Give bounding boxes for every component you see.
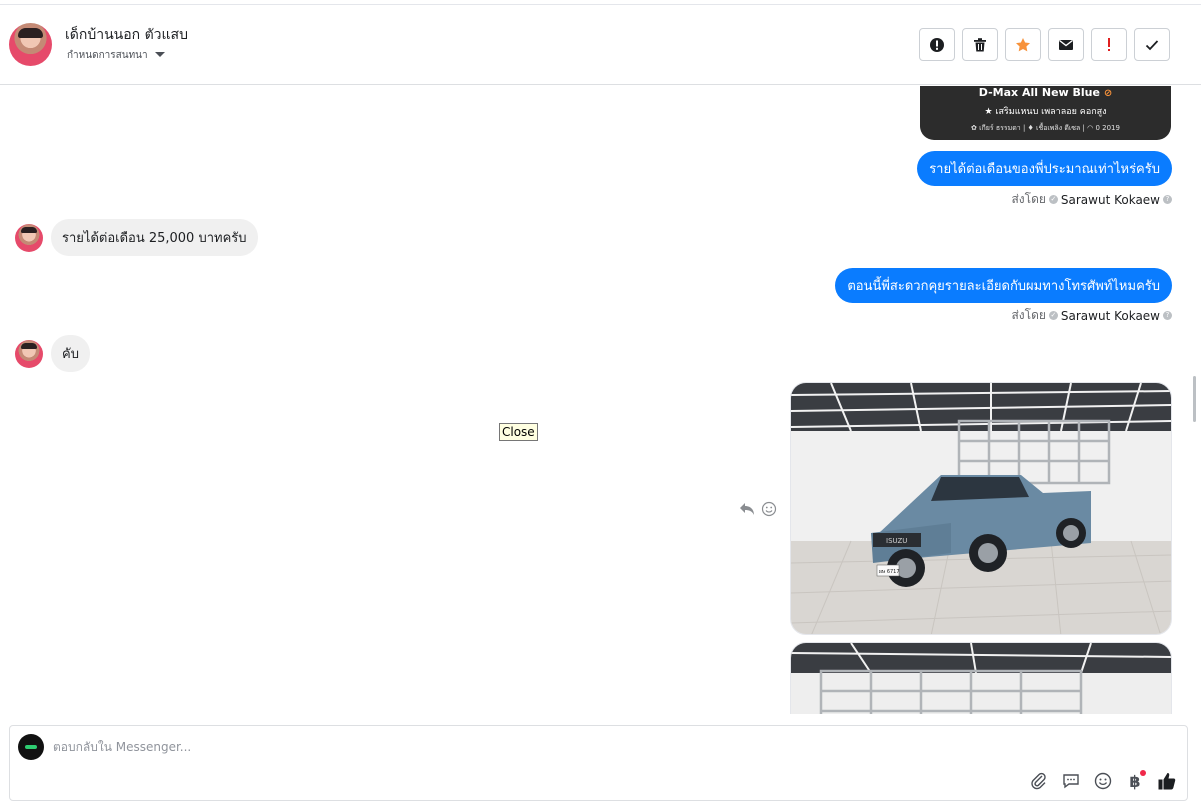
mark-done-button[interactable] — [1134, 28, 1170, 61]
help-icon[interactable]: ? — [1163, 311, 1172, 320]
tooltip: Close — [499, 423, 538, 441]
attach-icon — [1031, 772, 1046, 790]
contact-avatar[interactable] — [9, 23, 52, 66]
listing-card[interactable]: D-Max All New Blue ⊘ ★ เสริมแหนบ เพลาลอย… — [920, 86, 1171, 140]
contact-avatar-small[interactable] — [15, 224, 43, 252]
thumbs-up-icon — [1158, 773, 1176, 790]
checkmark-icon — [1145, 39, 1159, 50]
message-thread[interactable]: D-Max All New Blue ⊘ ★ เสริมแหนบ เพลาลอย… — [0, 86, 1201, 714]
like-button[interactable] — [1156, 770, 1178, 792]
sender-name[interactable]: Sarawut Kokaew — [1061, 309, 1160, 323]
emoji-icon — [1094, 772, 1112, 790]
alert-circle-icon — [930, 37, 944, 52]
message-actions — [739, 501, 777, 517]
vehicle-photo[interactable] — [790, 642, 1172, 714]
baht-icon: ฿ — [1129, 771, 1141, 791]
sender-name[interactable]: Sarawut Kokaew — [1061, 193, 1160, 207]
saved-replies-button[interactable] — [1060, 770, 1082, 792]
pickup-truck-image: ISUZU ผษ 6717 — [791, 383, 1171, 634]
contact-avatar-small[interactable] — [15, 340, 43, 368]
mark-spam-button[interactable] — [919, 28, 955, 61]
emoji-reaction-icon[interactable] — [761, 501, 777, 517]
pickup-truck-image — [791, 643, 1171, 714]
exclamation-icon — [1108, 37, 1110, 51]
scrollbar-thumb[interactable] — [1193, 376, 1196, 422]
delete-button[interactable] — [962, 28, 998, 61]
trash-icon — [974, 37, 986, 51]
envelope-icon — [1059, 39, 1073, 50]
sent-by-line: ส่งโดย ✓ Sarawut Kokaew ? — [1011, 306, 1172, 325]
saved-replies-icon — [1063, 774, 1079, 789]
outgoing-message[interactable]: ตอนนี้พี่สะดวกคุยรายละเอียดกับผมทางโทรศั… — [835, 268, 1172, 303]
license-plate-text: ผษ 6717 — [879, 569, 900, 575]
mark-important-button[interactable] — [1091, 28, 1127, 61]
outgoing-message[interactable]: รายได้ต่อเดือนของพี่ประมาณเท่าไหร่ครับ — [917, 151, 1172, 186]
incoming-message[interactable]: คับ — [51, 335, 90, 372]
contact-name[interactable]: เด็กบ้านนอก ตัวแสบ — [65, 24, 188, 46]
incoming-message[interactable]: รายได้ต่อเดือน 25,000 บาทครับ — [51, 219, 258, 256]
notification-dot — [1140, 770, 1146, 776]
card-subtitle: ★ เสริมแหนบ เพลาลอย คอกสูง — [984, 107, 1107, 117]
verified-icon: ✓ — [1048, 311, 1058, 320]
verified-icon: ⊘ — [1103, 88, 1113, 99]
star-button[interactable] — [1005, 28, 1041, 61]
sent-by-line: ส่งโดย ✓ Sarawut Kokaew ? — [1011, 190, 1172, 209]
reply-icon[interactable] — [739, 502, 755, 516]
page-avatar — [18, 734, 44, 760]
card-title: D-Max All New Blue ⊘ — [978, 86, 1113, 99]
svg-text:ISUZU: ISUZU — [886, 537, 907, 545]
emoji-button[interactable] — [1092, 770, 1114, 792]
payment-button[interactable]: ฿ — [1124, 770, 1146, 792]
message-composer: ฿ — [9, 725, 1188, 801]
verified-icon: ✓ — [1048, 195, 1058, 204]
attach-button[interactable] — [1028, 770, 1050, 792]
reply-input[interactable] — [53, 740, 953, 754]
star-icon — [1016, 37, 1030, 51]
caret-down-icon[interactable] — [155, 52, 165, 57]
conversation-header: เด็กบ้านนอก ตัวแสบ กำหนดการสนทนา — [0, 5, 1201, 85]
help-icon[interactable]: ? — [1163, 195, 1172, 204]
card-specs: ✿ เกียร์ ธรรมดา | ♦ เชื้อเพลิง ดีเซล | ◠… — [971, 124, 1120, 132]
vehicle-photo[interactable]: ISUZU ผษ 6717 — [790, 382, 1172, 635]
conversation-status-dropdown-label[interactable]: กำหนดการสนทนา — [67, 48, 148, 63]
mark-unread-button[interactable] — [1048, 28, 1084, 61]
